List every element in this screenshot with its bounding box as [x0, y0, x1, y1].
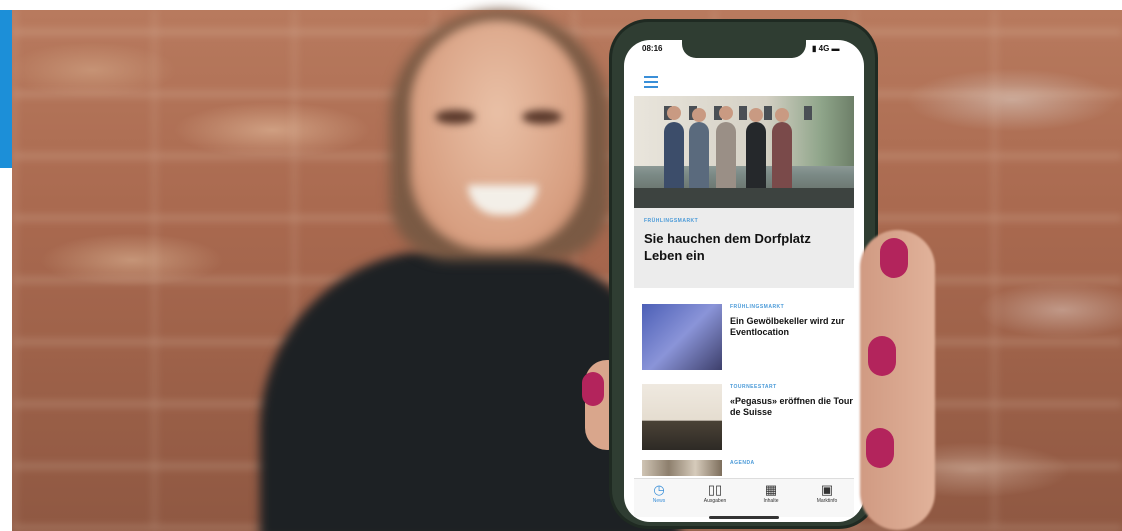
- hero-person: [664, 122, 684, 192]
- home-indicator: [709, 516, 779, 519]
- article-title: Ein Gewölbekeller wird zur Eventlocation: [730, 316, 845, 337]
- tab-inhalte[interactable]: ▦ Inhalte: [746, 482, 796, 504]
- phone-notch: [682, 40, 806, 58]
- book-icon: ▯▯: [707, 482, 723, 497]
- article-kicker: TOURNEESTART: [730, 384, 777, 390]
- photo-scene: 08:16 ▮ 4G ▬ FRÜHLINGSMARKT Sie hauchen …: [0, 0, 1122, 531]
- nail-finger-1: [880, 238, 908, 278]
- marketplace-icon: ▣: [820, 482, 834, 497]
- article-list-item[interactable]: TOURNEESTART «Pegasus» eröffnen die Tour…: [642, 384, 854, 454]
- article-kicker: FRÜHLINGSMARKT: [730, 304, 785, 310]
- status-indicators: ▮ 4G ▬: [812, 44, 840, 53]
- person-eye-right: [522, 110, 562, 124]
- clock-icon: ◷: [653, 482, 665, 497]
- blue-accent-bar: [0, 10, 12, 168]
- hero-article-title: Sie hauchen dem Dorfplatz Leben ein: [644, 231, 811, 263]
- hero-article-card[interactable]: FRÜHLINGSMARKT Sie hauchen dem Dorfplatz…: [634, 208, 854, 288]
- hero-person: [689, 122, 709, 192]
- grid-icon: ▦: [764, 482, 778, 497]
- article-thumbnail: [642, 304, 722, 370]
- tab-bar: ◷ News ▯▯ Ausgaben ▦ Inhalte ▣ Marktinfo: [634, 478, 854, 517]
- hero-fountain: [634, 188, 854, 208]
- nail-finger-3: [866, 428, 894, 468]
- nail-thumb: [582, 372, 604, 406]
- article-list-item[interactable]: FRÜHLINGSMARKT Ein Gewölbekeller wird zu…: [642, 304, 854, 374]
- article-thumbnail: [642, 460, 722, 476]
- hamburger-menu-icon[interactable]: [644, 76, 658, 88]
- tab-ausgaben[interactable]: ▯▯ Ausgaben: [690, 482, 740, 504]
- article-title: «Pegasus» eröffnen die Tour de Suisse: [730, 396, 853, 417]
- status-time: 08:16: [642, 44, 663, 53]
- hero-article-kicker: FRÜHLINGSMARKT: [644, 218, 699, 224]
- hero-person: [772, 122, 792, 192]
- article-kicker: AGENDA: [730, 460, 755, 466]
- person-eye-left: [435, 110, 475, 124]
- hero-image[interactable]: [634, 96, 854, 208]
- hero-person: [716, 122, 736, 192]
- hero-person: [746, 122, 766, 192]
- phone-screen: 08:16 ▮ 4G ▬ FRÜHLINGSMARKT Sie hauchen …: [624, 40, 864, 522]
- tab-news[interactable]: ◷ News: [634, 482, 684, 504]
- article-thumbnail: [642, 384, 722, 450]
- nail-finger-2: [868, 336, 896, 376]
- tab-marktinfo[interactable]: ▣ Marktinfo: [802, 482, 852, 504]
- person-face: [410, 20, 585, 250]
- article-list-item[interactable]: AGENDA: [642, 460, 854, 478]
